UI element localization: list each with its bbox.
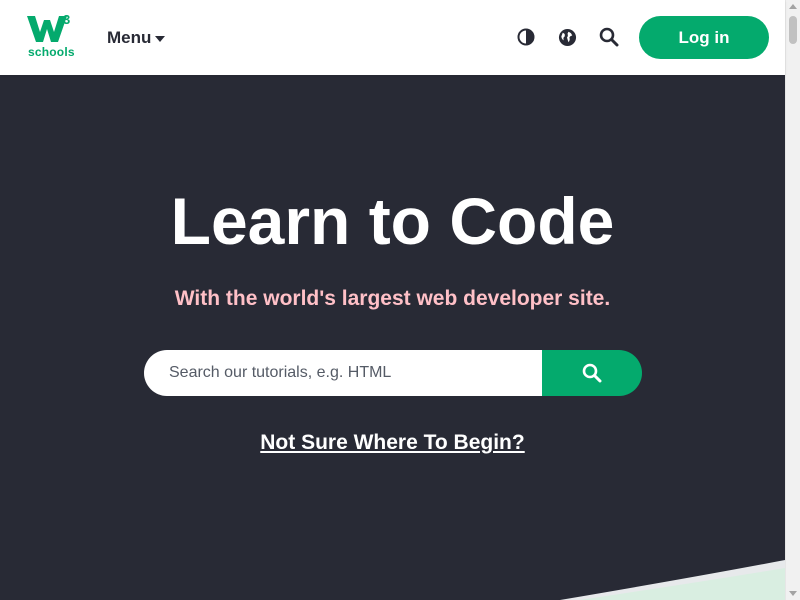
scroll-up-arrow-icon[interactable] (789, 4, 797, 9)
search-icon (582, 363, 602, 383)
logo-superscript: 3 (63, 12, 71, 27)
search-icon[interactable] (598, 26, 620, 48)
login-button[interactable]: Log in (639, 16, 769, 59)
logo-wordmark: schools (28, 45, 75, 59)
tutorial-search-input[interactable] (144, 350, 542, 396)
tutorial-search-bar (144, 350, 642, 396)
contrast-icon[interactable] (515, 26, 537, 48)
top-navbar: 3 schools Menu Log in (0, 0, 785, 75)
page-scrollbar[interactable] (785, 0, 800, 600)
hero-title: Learn to Code (170, 184, 615, 258)
hero-subtitle: With the world's largest web developer s… (174, 287, 611, 310)
menu-label: Menu (107, 28, 152, 47)
begin-link-container: Not Sure Where To Begin? (0, 431, 785, 455)
scroll-down-arrow-icon[interactable] (789, 591, 797, 596)
globe-icon[interactable] (556, 26, 578, 48)
tutorial-search-button[interactable] (542, 350, 642, 396)
hero-wave-decoration (560, 560, 785, 600)
logo-w-mark (27, 16, 67, 42)
not-sure-where-to-begin-link[interactable]: Not Sure Where To Begin? (260, 431, 524, 454)
hero-section: Learn to Code With the world's largest w… (0, 75, 785, 600)
scroll-thumb[interactable] (789, 16, 797, 44)
page: 3 schools Menu Log in Learn to Code With… (0, 0, 800, 600)
w3schools-logo[interactable]: 3 schools (27, 12, 77, 62)
menu-button[interactable]: Menu (107, 24, 166, 52)
caret-down-icon (155, 35, 166, 42)
